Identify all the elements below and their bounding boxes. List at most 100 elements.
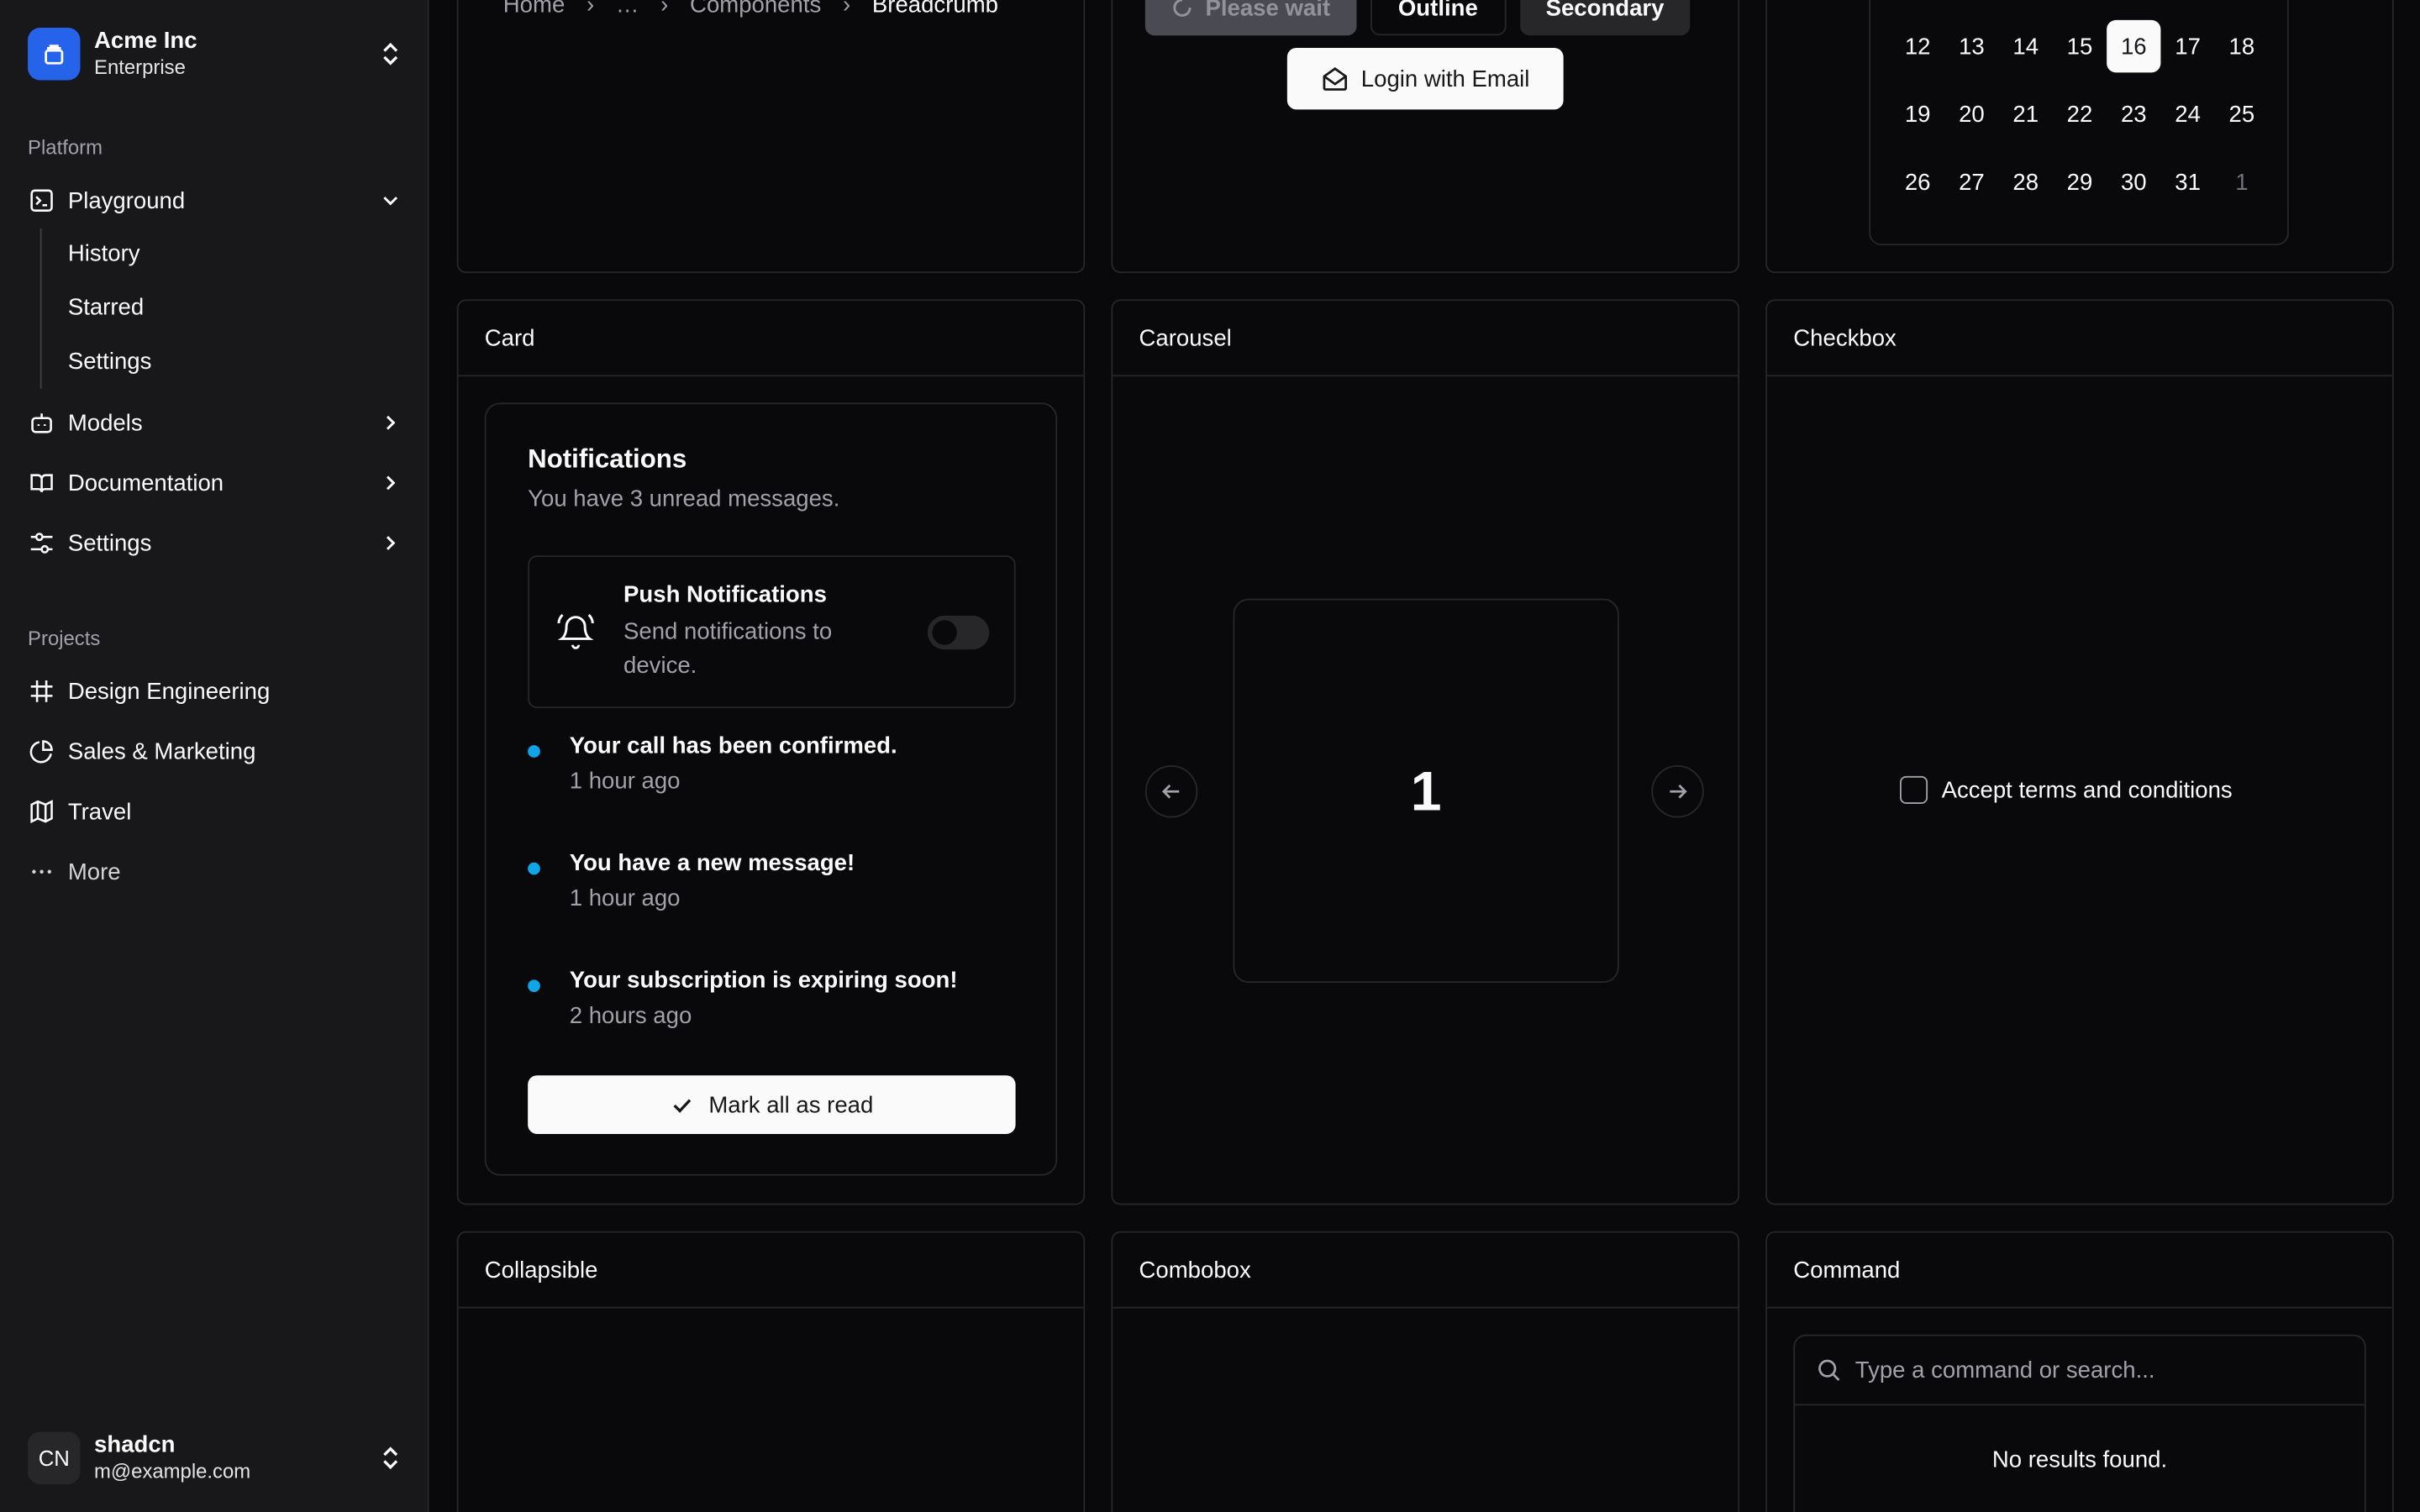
sidebar-item-models[interactable]: Models xyxy=(28,400,401,446)
sub-menu-line xyxy=(39,228,42,389)
chevrons-up-down-icon xyxy=(380,40,402,68)
chevron-right-icon: › xyxy=(843,0,851,19)
project-sales-marketing[interactable]: Sales & Marketing xyxy=(28,728,401,774)
settings-icon xyxy=(28,530,54,556)
calendar-day[interactable]: 18 xyxy=(2215,20,2269,72)
carousel-panel: Carousel 1 xyxy=(1111,299,1739,1205)
button-panel: Please wait Outline Secondary Login with… xyxy=(1111,0,1739,274)
calendar-day[interactable]: 14 xyxy=(1999,20,2053,72)
frame-icon xyxy=(28,678,54,704)
calendar-day-outside[interactable]: 1 xyxy=(2215,156,2269,208)
map-icon xyxy=(28,799,54,825)
carousel-next-button[interactable] xyxy=(1651,765,1704,818)
breadcrumb-home[interactable]: Home xyxy=(503,0,565,18)
project-label: Travel xyxy=(67,798,132,825)
command-placeholder: Type a command or search... xyxy=(1854,1357,2155,1383)
sidebar-item-label: Models xyxy=(67,409,143,436)
sidebar-item-playground[interactable]: Playground xyxy=(28,177,401,223)
avatar: CN xyxy=(28,1431,81,1484)
user-name: shadcn xyxy=(94,1431,176,1458)
unread-dot xyxy=(528,862,540,875)
team-logo-icon xyxy=(28,28,81,81)
calendar-day[interactable]: 20 xyxy=(1944,88,1998,140)
terms-checkbox-row[interactable]: Accept terms and conditions xyxy=(1900,775,2233,804)
calendar-day[interactable]: 9 xyxy=(2107,0,2160,11)
button-row: Please wait Outline Secondary xyxy=(1144,0,1691,36)
team-switcher[interactable]: Acme Inc Enterprise xyxy=(28,26,401,81)
message-title: You have a new message! xyxy=(569,850,855,877)
terms-checkbox[interactable] xyxy=(1900,775,1928,804)
calendar-day[interactable]: 24 xyxy=(2160,88,2214,140)
calendar-day[interactable]: 17 xyxy=(2160,20,2214,72)
collapsible-panel: Collapsible xyxy=(456,1231,1086,1512)
sidebar-item-settings[interactable]: Settings xyxy=(28,520,401,566)
chevron-right-icon xyxy=(380,533,402,554)
calendar-day[interactable]: 22 xyxy=(2053,88,2107,140)
check-icon xyxy=(670,1092,708,1116)
calendar-day[interactable]: 10 xyxy=(2160,0,2214,11)
sidebar-subitem-history[interactable]: History xyxy=(68,241,140,267)
checkbox-panel: Checkbox Accept terms and conditions xyxy=(1765,299,2394,1205)
outline-button[interactable]: Outline xyxy=(1370,0,1506,36)
projects-label: Projects xyxy=(28,626,101,650)
panel-title: Carousel xyxy=(1113,301,1739,377)
calendar-day[interactable]: 11 xyxy=(2215,0,2269,11)
calendar-day[interactable]: 13 xyxy=(1944,20,1998,72)
calendar-day[interactable]: 30 xyxy=(2107,156,2160,208)
project-travel[interactable]: Travel xyxy=(28,789,401,835)
command-search-input[interactable]: Type a command or search... xyxy=(1795,1336,2365,1406)
calendar-day[interactable]: 26 xyxy=(1891,156,1944,208)
calendar-day[interactable]: 23 xyxy=(2107,88,2160,140)
sidebar-subitem-settings[interactable]: Settings xyxy=(68,349,152,375)
sidebar-item-documentation[interactable]: Documentation xyxy=(28,459,401,506)
project-design-engineering[interactable]: Design Engineering xyxy=(28,668,401,714)
carousel-prev-button[interactable] xyxy=(1144,765,1198,818)
message-title: Your call has been confirmed. xyxy=(569,732,897,759)
chevron-right-icon: › xyxy=(586,0,595,19)
calendar-day[interactable]: 21 xyxy=(1999,88,2053,140)
calendar-day[interactable]: 7 xyxy=(1999,0,2053,11)
unread-dot xyxy=(528,745,540,758)
project-label: Sales & Marketing xyxy=(67,738,256,765)
calendar-day[interactable]: 8 xyxy=(2053,0,2107,11)
mark-all-read-button[interactable]: Mark all as read xyxy=(528,1075,1016,1134)
calendar-day[interactable]: 31 xyxy=(2160,156,2214,208)
sidebar-item-label: Settings xyxy=(67,529,152,557)
team-plan: Enterprise xyxy=(94,55,186,79)
search-icon xyxy=(1817,1357,1855,1382)
notifications-title: Notifications xyxy=(528,444,687,474)
command-empty-state: No results found. xyxy=(1991,1446,2168,1474)
mark-all-label: Mark all as read xyxy=(708,1091,874,1118)
message-time: 2 hours ago xyxy=(569,1002,692,1030)
calendar-day[interactable]: 6 xyxy=(1944,0,1998,11)
breadcrumb-ellipsis[interactable]: … xyxy=(616,0,639,18)
calendar-panel: 5 6 7 8 9 10 11 12 13 14 15 16 17 18 19 … xyxy=(1765,0,2394,274)
sidebar: Acme Inc Enterprise Platform Playground … xyxy=(0,0,429,1512)
calendar-day[interactable]: 19 xyxy=(1891,88,1944,140)
bell-ring-icon xyxy=(555,611,596,659)
breadcrumb: Home › … › Components › Breadcrumb xyxy=(503,0,998,18)
calendar-day[interactable]: 25 xyxy=(2215,88,2269,140)
calendar-day-selected[interactable]: 16 xyxy=(2107,19,2161,73)
secondary-button[interactable]: Secondary xyxy=(1519,0,1691,36)
calendar-day[interactable]: 12 xyxy=(1891,20,1944,72)
panel-title: Checkbox xyxy=(1767,301,2392,377)
please-wait-button[interactable]: Please wait xyxy=(1144,0,1357,36)
calendar-day[interactable]: 27 xyxy=(1944,156,1998,208)
login-label: Login with Email xyxy=(1360,66,1530,92)
calendar-day[interactable]: 15 xyxy=(2053,20,2107,72)
calendar-day[interactable]: 29 xyxy=(2053,156,2107,208)
user-menu[interactable]: CN shadcn m@example.com xyxy=(28,1429,401,1488)
push-description: Send notifications to device. xyxy=(623,618,833,680)
push-title: Push Notifications xyxy=(623,581,827,608)
login-with-email-button[interactable]: Login with Email xyxy=(1286,47,1564,110)
calendar-day[interactable]: 28 xyxy=(1999,156,2053,208)
breadcrumb-components[interactable]: Components xyxy=(690,0,821,18)
sidebar-subitem-starred[interactable]: Starred xyxy=(68,295,144,321)
pie-chart-icon xyxy=(28,738,54,764)
mail-open-icon xyxy=(1321,65,1361,92)
breadcrumb-current: Breadcrumb xyxy=(871,0,998,19)
push-notifications-switch[interactable] xyxy=(927,615,990,650)
calendar-day[interactable]: 5 xyxy=(1891,0,1944,11)
project-more[interactable]: More xyxy=(28,848,401,895)
